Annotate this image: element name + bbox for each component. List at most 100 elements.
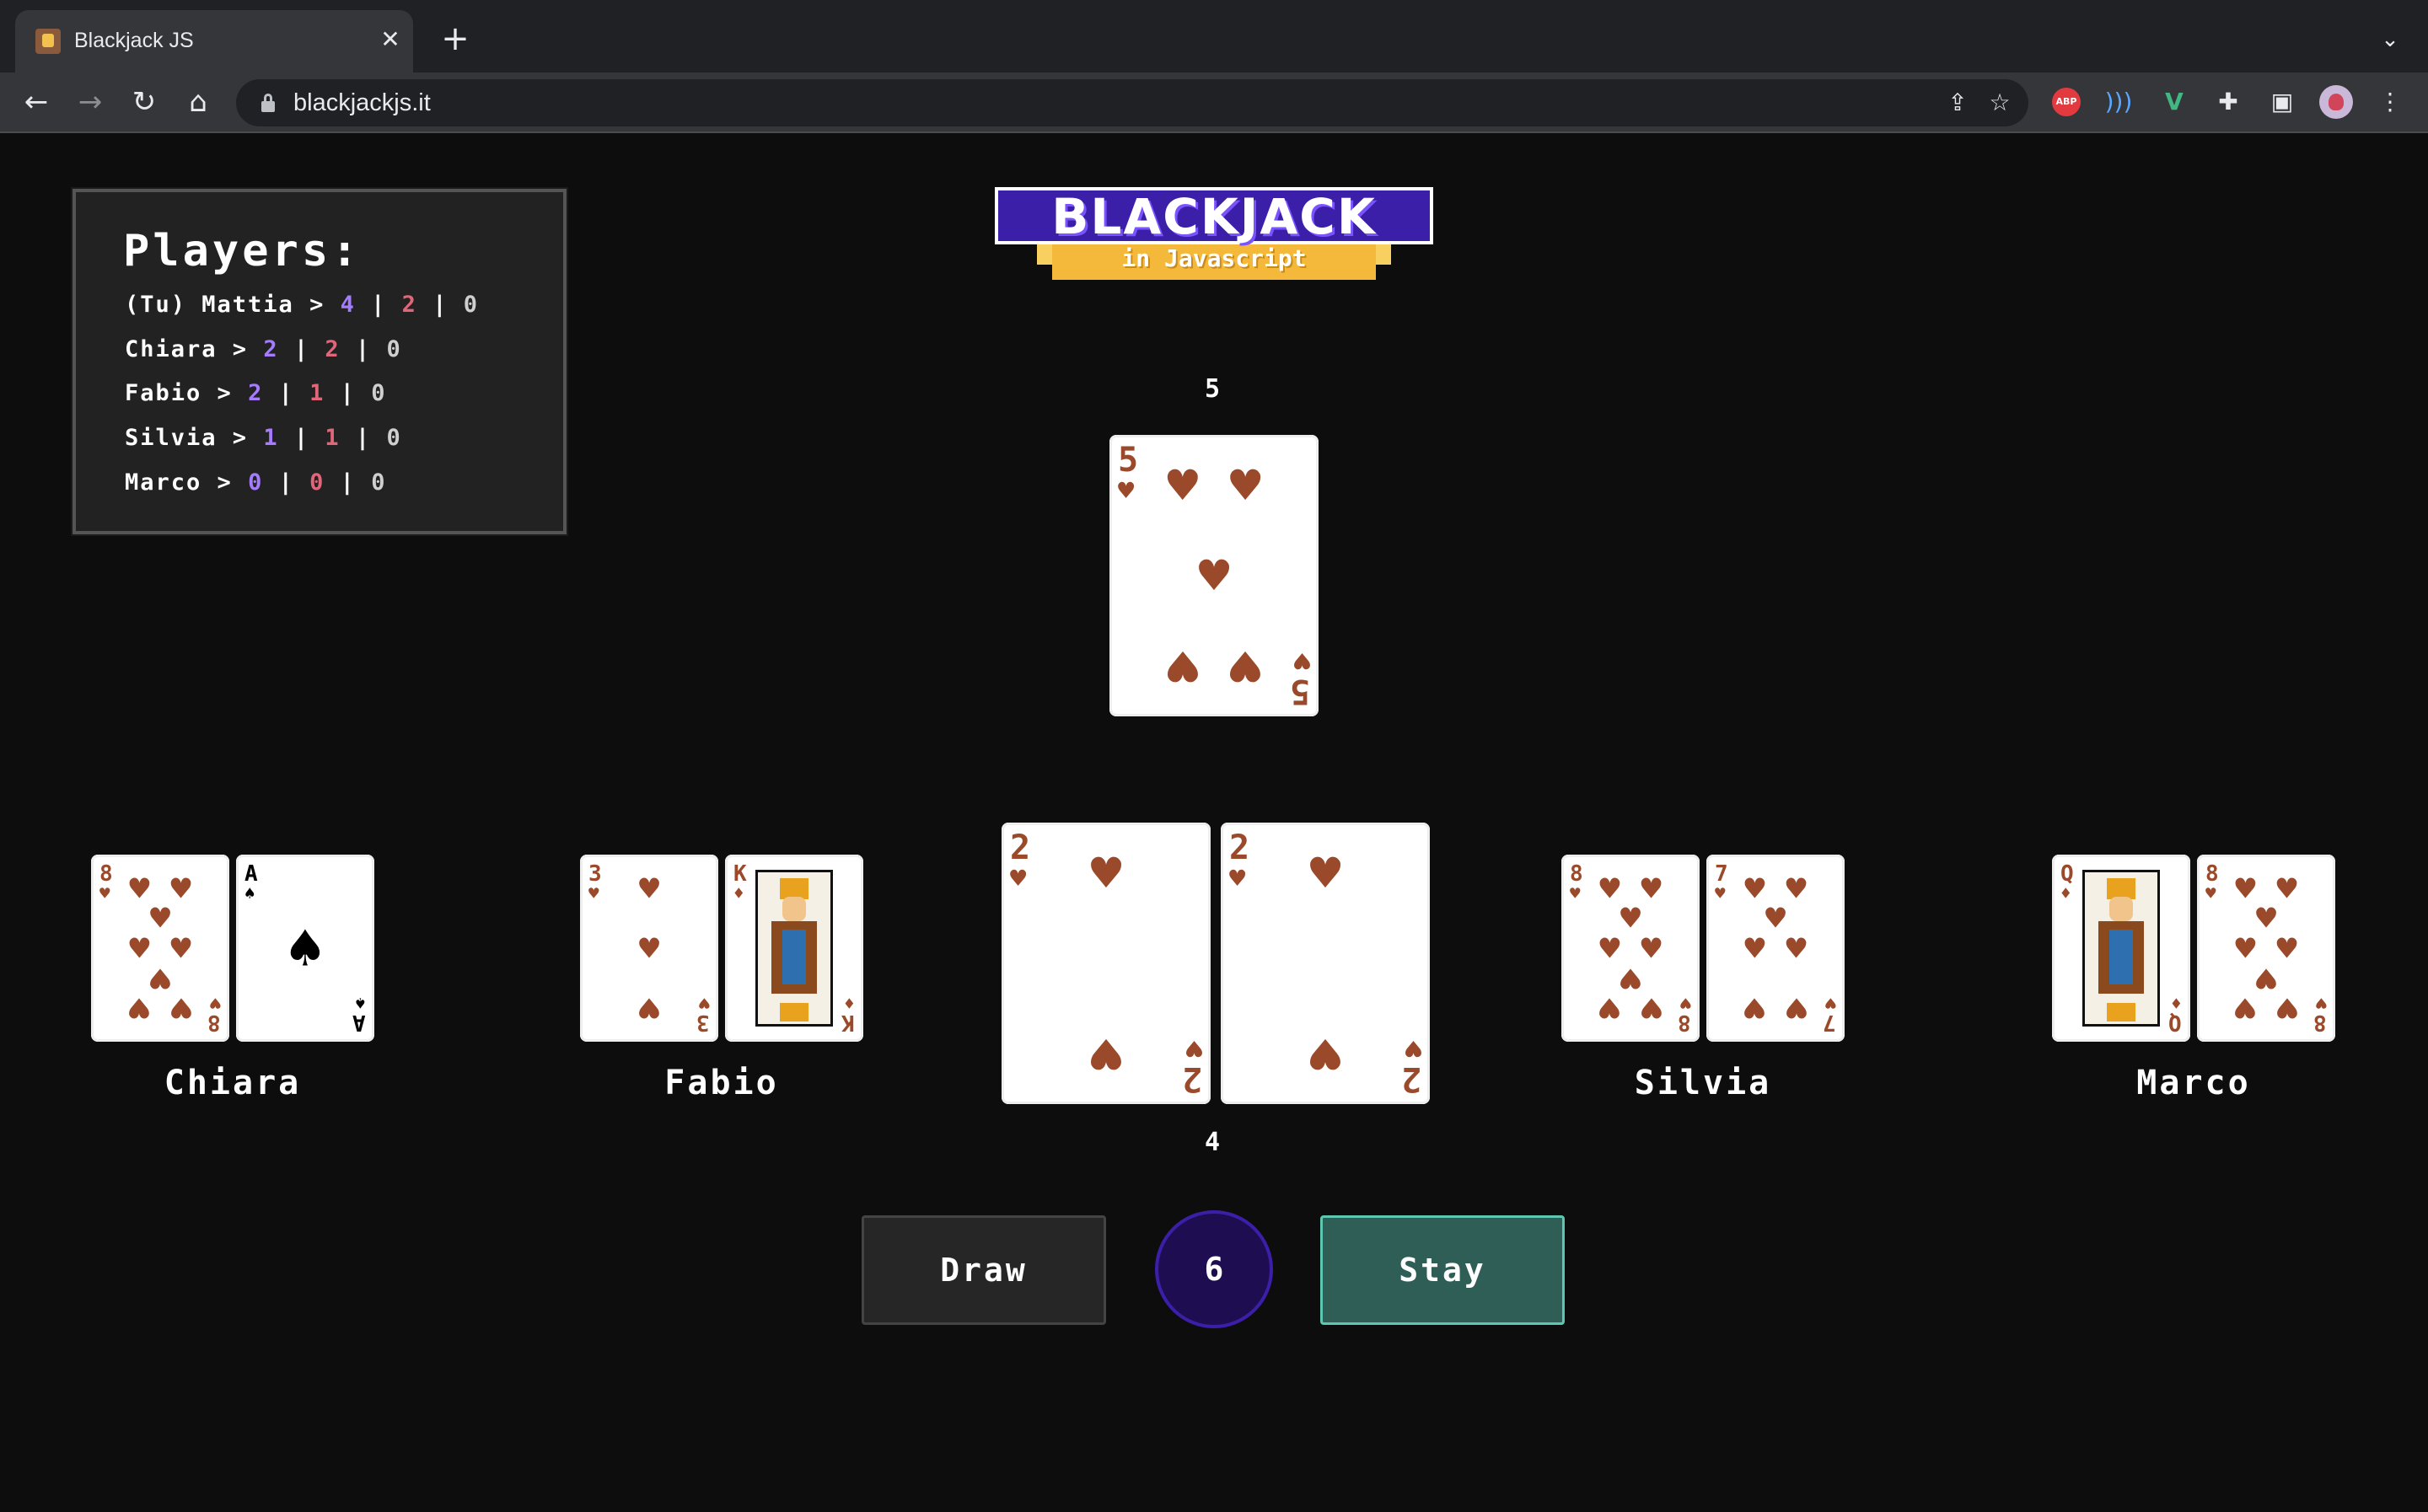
playing-card: A ♠ A ♠ ♠ [236,855,374,1042]
opponent-name: Silvia [1634,1064,1772,1102]
card-corner-index: 2 ♥ [1229,828,1250,894]
hearts-suit-icon: ♥ [1742,931,1768,965]
hearts-suit-icon: ♥ [1195,551,1233,600]
reload-icon[interactable]: ↻ [125,83,164,121]
bookmark-star-icon[interactable]: ☆ [1985,88,2015,118]
hearts-suit-icon: ♥ [168,871,194,905]
hearts-suit-icon: ♥ [1742,991,1768,1025]
hearts-suit-icon: ♥ [1783,931,1809,965]
hearts-suit-icon: ♥ [1163,461,1202,511]
browser-tab[interactable]: Blackjack JS ✕ [15,10,413,72]
card-corner-index: 8 ♥ [1570,861,1583,903]
dealer-score: 5 [1204,374,1221,404]
player-stats-row: Marco > 0 | 0 | 0 [125,469,387,496]
player-stats-row: Fabio > 2 | 1 | 0 [125,380,387,406]
close-tab-icon[interactable]: ✕ [376,25,405,54]
player-stats-row: Silvia > 1 | 1 | 0 [125,425,402,451]
card-corner-index: 8 ♥ [99,861,113,903]
card-corner-index: 2 ♥ [1400,1032,1421,1098]
card-corner-index: 8 ♥ [207,993,221,1035]
hearts-suit-icon: ♥ [1226,641,1265,690]
hearts-suit-icon: ♥ [1597,991,1623,1025]
browser-menu-icon[interactable]: ⋮ [2371,83,2409,121]
hearts-suit-icon: ♥ [2232,871,2259,905]
hearts-suit-icon: ♥ [2253,962,2279,995]
card-corner-index: 7 ♥ [1823,993,1836,1035]
logo-subtitle: in Javascript [1121,244,1307,272]
cards-remaining-counter: 6 [1155,1210,1273,1328]
tab-list-chevron-icon[interactable]: ⌄ [2376,25,2404,54]
blackjack-favicon-icon [35,29,61,54]
adblock-plus-extension-icon[interactable]: ABP [2047,83,2086,121]
new-tab-icon[interactable]: + [438,22,472,56]
card-corner-index: A ♠ [352,993,366,1035]
extensions-puzzle-icon[interactable]: ✚ [2209,83,2248,121]
hearts-suit-icon: ♥ [148,901,173,935]
lock-icon[interactable] [261,94,275,112]
opponent-name: Marco [2136,1064,2251,1102]
card-corner-index: 3 ♥ [696,993,710,1035]
stay-button[interactable]: Stay [1320,1215,1565,1325]
hearts-suit-icon: ♥ [1638,871,1664,905]
playing-card: 2 ♥ 2 ♥ ♥ ♥ [1221,823,1430,1104]
address-bar[interactable]: blackjackjs.it ⇪ ☆ [236,79,2028,126]
playing-card: 7 ♥ 7 ♥ ♥ ♥ ♥ ♥ ♥ ♥ ♥ [1706,855,1845,1042]
card-corner-index: 8 ♥ [1678,993,1691,1035]
vue-devtools-icon[interactable]: V [2155,83,2194,121]
hearts-suit-icon: ♥ [1597,931,1623,965]
logo-title: BLACKJACK [1051,188,1377,245]
card-corner-index: 2 ♥ [1010,828,1031,894]
audio-extension-icon[interactable]: ))) [2099,83,2138,121]
forward-arrow-icon[interactable]: → [71,83,110,121]
hearts-suit-icon: ♥ [1783,871,1809,905]
hearts-suit-icon: ♥ [126,991,153,1025]
hearts-suit-icon: ♥ [1783,991,1809,1025]
playing-card: 8 ♥ 8 ♥ ♥ ♥ ♥ ♥ ♥ ♥ ♥ ♥ [91,855,229,1042]
playing-card: 2 ♥ 2 ♥ ♥ ♥ [1002,823,1211,1104]
playing-card: 3 ♥ 3 ♥ ♥ ♥ ♥ [580,855,718,1042]
browser-tab-strip: Blackjack JS ✕ + ⌄ [0,0,2428,72]
hearts-suit-icon: ♥ [1597,871,1623,905]
playing-card: Q ♦ Q ♦ [2052,855,2190,1042]
hearts-suit-icon: ♥ [2274,991,2300,1025]
tab-title: Blackjack JS [74,29,194,52]
draw-button[interactable]: Draw [862,1215,1106,1325]
card-corner-index: 5 ♥ [1289,645,1310,710]
hearts-suit-icon: ♥ [126,931,153,965]
card-corner-index: 2 ♥ [1181,1032,1202,1098]
url-text[interactable]: blackjackjs.it [293,89,431,117]
hearts-suit-icon: ♥ [1306,1028,1345,1078]
hearts-suit-icon: ♥ [2232,991,2259,1025]
opponent-name: Chiara [164,1064,302,1102]
hearts-suit-icon: ♥ [1618,901,1643,935]
hearts-suit-icon: ♥ [637,931,662,965]
your-score: 4 [1204,1128,1221,1157]
share-icon[interactable]: ⇪ [1942,88,1973,118]
hearts-suit-icon: ♥ [637,991,662,1025]
hearts-suit-icon: ♥ [1763,901,1788,935]
card-corner-index: Q ♦ [2168,993,2182,1035]
hearts-suit-icon: ♥ [1618,962,1643,995]
card-corner-index: 8 ♥ [2205,861,2219,903]
hearts-suit-icon: ♥ [168,931,194,965]
back-arrow-icon[interactable]: ← [17,83,56,121]
home-icon[interactable]: ⌂ [179,83,218,121]
hearts-suit-icon: ♥ [1087,849,1125,898]
card-corner-index: 5 ♥ [1118,441,1139,507]
hearts-suit-icon: ♥ [2274,871,2300,905]
browser-toolbar: ← → ↻ ⌂ blackjackjs.it ⇪ ☆ ABP ))) V ✚ ▣… [0,72,2428,133]
side-panel-icon[interactable]: ▣ [2263,83,2302,121]
profile-avatar[interactable] [2317,83,2355,121]
card-corner-index: Q ♦ [2060,861,2074,903]
hearts-suit-icon: ♥ [637,871,662,905]
playing-card: K ♦ K ♦ [725,855,863,1042]
hearts-suit-icon: ♥ [1163,641,1202,690]
players-title: Players: [123,226,362,276]
card-corner-index: 8 ♥ [2313,993,2327,1035]
hearts-suit-icon: ♥ [1306,849,1345,898]
playing-card: 8 ♥ 8 ♥ ♥ ♥ ♥ ♥ ♥ ♥ ♥ ♥ [2197,855,2335,1042]
hearts-suit-icon: ♥ [2232,931,2259,965]
card-corner-index: A ♠ [244,861,258,903]
card-corner-index: K ♦ [841,993,855,1035]
card-corner-index: 7 ♥ [1715,861,1728,903]
